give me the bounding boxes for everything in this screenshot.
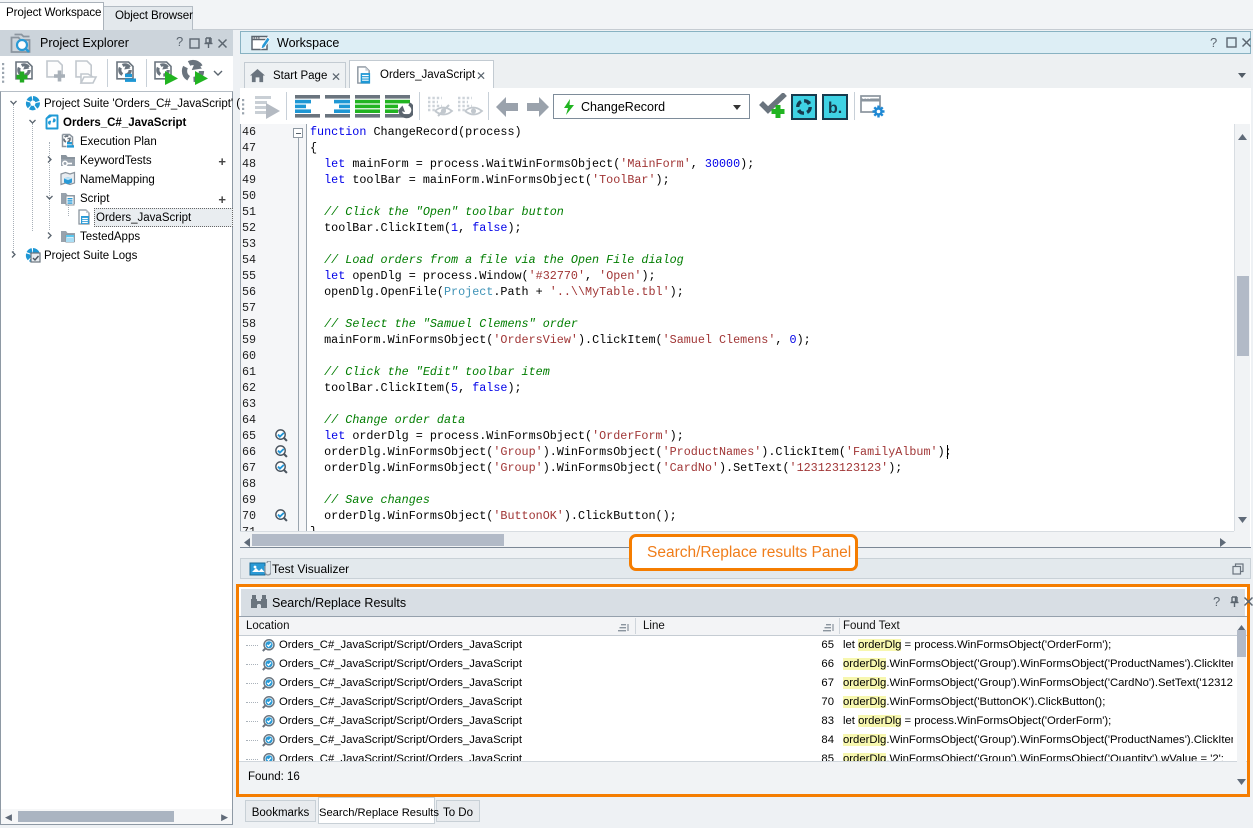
svg-text:b.: b. [828,100,842,117]
